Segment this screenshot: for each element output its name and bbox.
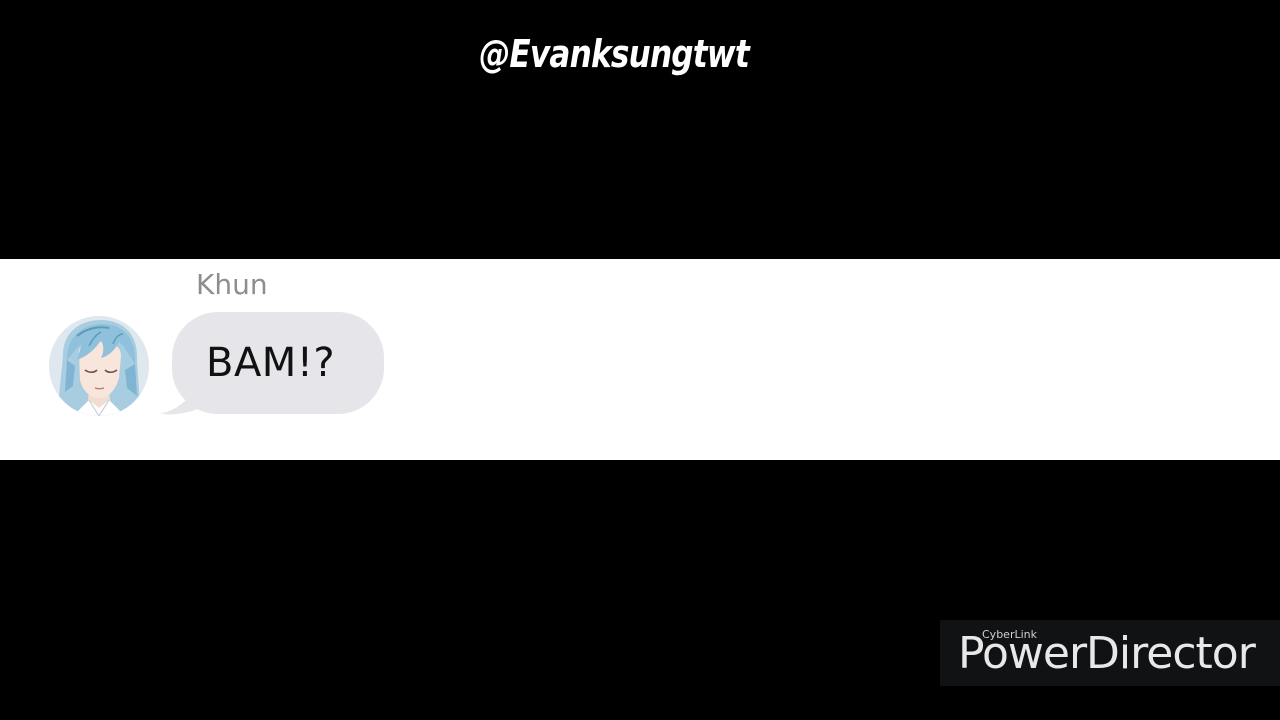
avatar (49, 316, 149, 416)
video-frame: @Evanksungtwt Khun BAM!? CyberLink Power… (0, 0, 1280, 720)
watermark-brand-large: PowerDirector (958, 628, 1256, 679)
message-text: BAM!? (206, 340, 336, 386)
chat-message-strip: Khun BAM!? (0, 259, 1280, 460)
character-portrait-icon (49, 316, 149, 416)
editor-watermark: CyberLink PowerDirector (940, 620, 1280, 686)
message-bubble: BAM!? (158, 312, 388, 416)
message-bubble-body: BAM!? (172, 312, 384, 414)
sender-name: Khun (196, 268, 268, 301)
creator-handle-caption: @Evanksungtwt (479, 32, 750, 76)
